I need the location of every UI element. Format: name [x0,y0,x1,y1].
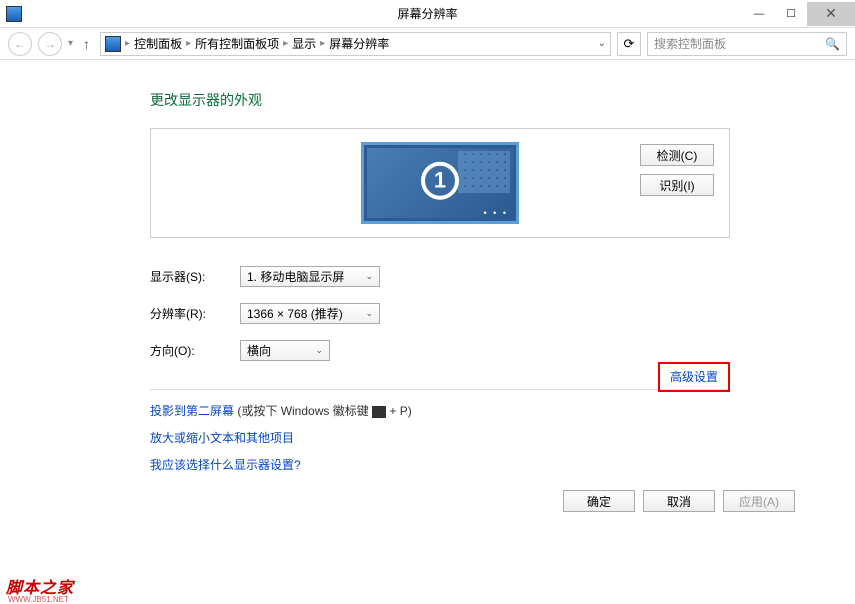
chevron-right-icon: ▸ [318,38,327,49]
divider [150,389,730,390]
app-icon [6,6,22,22]
identify-button[interactable]: 识别(I) [640,174,714,196]
content-pane: 更改显示器的外观 1 • • • 检测(C) 识别(I) 显示器(S): 1. … [0,60,855,473]
textsize-line: 放大或缩小文本和其他项目 [150,429,855,446]
advanced-settings-highlight: 高级设置 [658,362,730,392]
breadcrumb-item[interactable]: 所有控制面板项 [195,35,279,52]
forward-button[interactable]: → [38,32,62,56]
apply-button[interactable]: 应用(A) [723,490,795,512]
minimize-button[interactable]: — [743,2,775,26]
display-label: 显示器(S): [150,268,240,285]
maximize-button[interactable]: ☐ [775,2,807,26]
breadcrumb[interactable]: ▸ 控制面板 ▸ 所有控制面板项 ▸ 显示 ▸ 屏幕分辨率 ⌄ [100,32,611,56]
back-button[interactable]: ← [8,32,32,56]
chevron-right-icon: ▸ [184,38,193,49]
breadcrumb-item[interactable]: 控制面板 [134,35,182,52]
breadcrumb-item[interactable]: 屏幕分辨率 [329,35,389,52]
project-line: 投影到第二屏幕 (或按下 Windows 徽标键 + P) [150,402,855,419]
refresh-button[interactable]: ⟳ [617,32,641,56]
history-dropdown-icon[interactable]: ▾ [68,38,73,49]
which-line: 我应该选择什么显示器设置? [150,456,855,473]
up-button[interactable]: ↑ [79,36,94,52]
resolution-select[interactable]: 1366 × 768 (推荐) ⌄ [240,303,380,324]
search-icon: 🔍 [825,37,840,51]
textsize-link[interactable]: 放大或缩小文本和其他项目 [150,431,294,445]
project-text: (或按下 Windows 徽标键 [237,404,368,418]
cancel-button[interactable]: 取消 [643,490,715,512]
chevron-down-icon[interactable]: ⌄ [598,38,606,49]
chevron-down-icon: ⌄ [365,271,373,282]
chevron-right-icon: ▸ [281,38,290,49]
display-value: 1. 移动电脑显示屏 [247,268,344,285]
display-select[interactable]: 1. 移动电脑显示屏 ⌄ [240,266,380,287]
close-button[interactable]: ✕ [807,2,855,26]
project-key: + P) [389,404,411,418]
resolution-value: 1366 × 768 (推荐) [247,305,343,322]
chevron-down-icon: ⌄ [315,345,323,356]
navbar: ← → ▾ ↑ ▸ 控制面板 ▸ 所有控制面板项 ▸ 显示 ▸ 屏幕分辨率 ⌄ … [0,28,855,60]
monitor-number-badge: 1 [421,162,459,200]
chevron-down-icon: ⌄ [365,308,373,319]
monitor-icon [105,36,121,52]
windows-key-icon [372,406,386,418]
monitor-dots-icon: • • • [484,208,508,218]
watermark-sub: WWW.JB51.NET [8,595,69,604]
window-title: 屏幕分辨率 [397,5,457,22]
chevron-right-icon: ▸ [123,38,132,49]
titlebar: 屏幕分辨率 — ☐ ✕ [0,0,855,28]
orientation-label: 方向(O): [150,342,240,359]
monitor-grid-icon [458,151,510,193]
resolution-row: 分辨率(R): 1366 × 768 (推荐) ⌄ [150,303,855,324]
display-row: 显示器(S): 1. 移动电脑显示屏 ⌄ [150,266,855,287]
search-placeholder: 搜索控制面板 [654,35,726,52]
orientation-select[interactable]: 横向 ⌄ [240,340,330,361]
orientation-value: 横向 [247,342,271,359]
ok-button[interactable]: 确定 [563,490,635,512]
project-link[interactable]: 投影到第二屏幕 [150,404,234,418]
detect-button[interactable]: 检测(C) [640,144,714,166]
resolution-label: 分辨率(R): [150,305,240,322]
orientation-row: 方向(O): 横向 ⌄ [150,340,855,361]
window-controls: — ☐ ✕ [743,2,855,26]
which-link[interactable]: 我应该选择什么显示器设置? [150,458,301,472]
display-preview-box: 1 • • • 检测(C) 识别(I) [150,128,730,238]
advanced-settings-link[interactable]: 高级设置 [670,370,718,384]
breadcrumb-item[interactable]: 显示 [292,35,316,52]
page-heading: 更改显示器的外观 [150,90,855,110]
monitor-thumbnail[interactable]: 1 • • • [361,142,519,224]
search-input[interactable]: 搜索控制面板 🔍 [647,32,847,56]
footer-buttons: 确定 取消 应用(A) [563,490,795,512]
